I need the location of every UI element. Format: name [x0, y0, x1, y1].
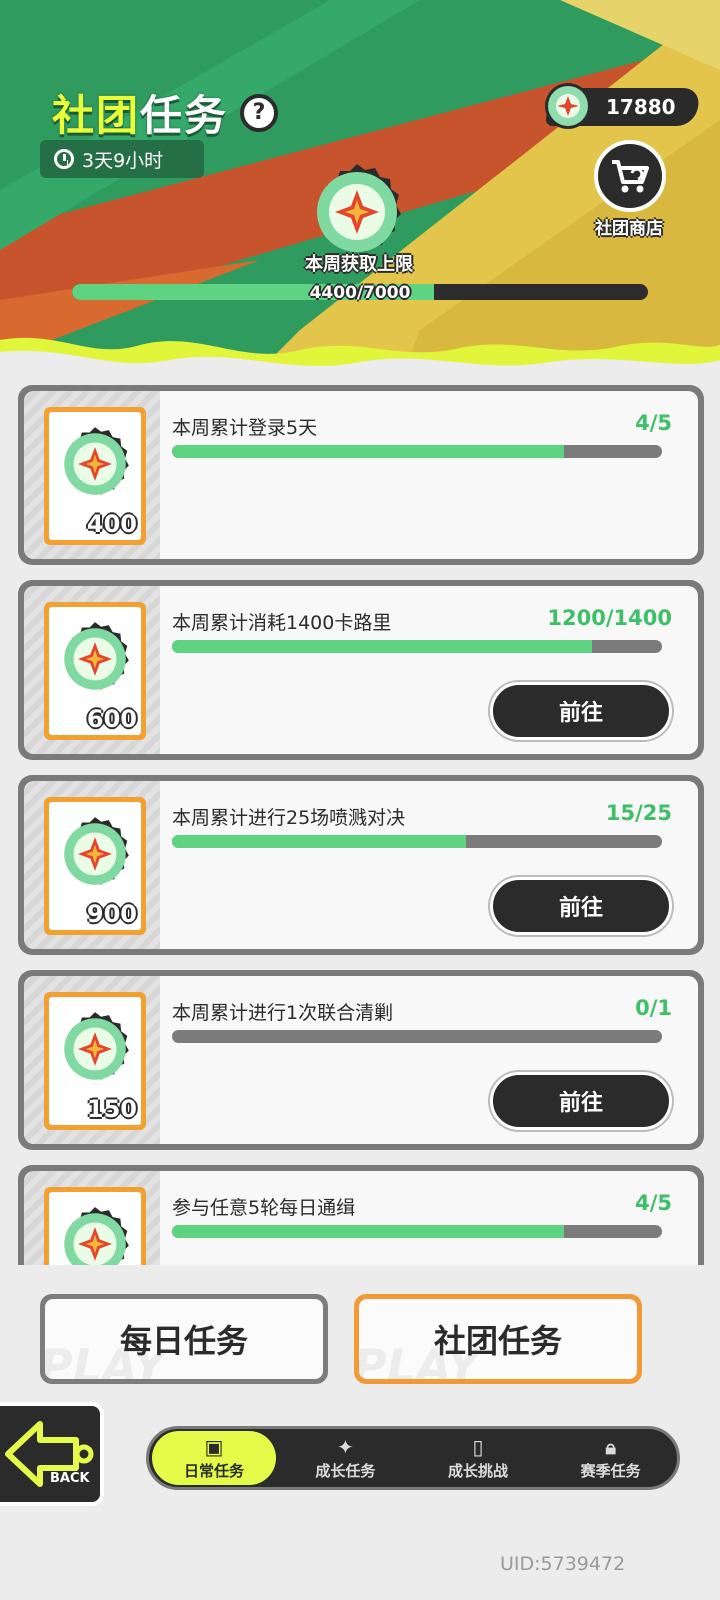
- page-title: 社团 任务 ?: [52, 82, 279, 143]
- go-button[interactable]: 前往: [490, 682, 672, 740]
- countdown-timer: 3天9小时: [40, 140, 204, 178]
- task-name: 本周累计登录5天: [172, 417, 318, 439]
- bottle-cap-icon: [64, 817, 129, 885]
- task-progress: 4/5: [635, 411, 672, 435]
- calendar-check-icon: ▣: [204, 1434, 224, 1459]
- club-shop-button[interactable]: 社团商店: [582, 140, 676, 240]
- title-rest: 任务: [140, 91, 229, 140]
- title-text: 社团 任务: [52, 82, 228, 143]
- bottle-cap-icon: [64, 1012, 129, 1080]
- bottle-cap-icon: [64, 427, 129, 495]
- task-progress-fill: [172, 835, 466, 848]
- back-arrow-icon: BACK: [5, 1421, 94, 1487]
- daily-tasks-label: 每日任务: [119, 1322, 248, 1360]
- task-card: 400 本周累计登录5天 4/5: [18, 385, 704, 565]
- task-card: 参与任意5轮每日通缉 4/5: [18, 1165, 704, 1265]
- nav-growth-tasks[interactable]: ✦ 成长任务: [279, 1429, 412, 1487]
- task-card: 900 本周累计进行25场喷溅对决 15/25 前往: [18, 775, 704, 955]
- nav-season-tasks[interactable]: 🔒︎ 赛季任务: [544, 1429, 677, 1487]
- bottle-cap-icon: [64, 1207, 129, 1265]
- bottle-cap-icon: [64, 622, 129, 690]
- task-card: 600 本周累计消耗1400卡路里 1200/1400 前往: [18, 580, 704, 760]
- task-name: 本周累计进行25场喷溅对决: [172, 807, 406, 829]
- user-id: UID:5739472: [500, 1553, 626, 1575]
- lock-icon: 🔒︎: [605, 1434, 616, 1459]
- id-card-icon: ▯: [472, 1434, 484, 1459]
- weekly-limit-label: 本周获取上限: [305, 254, 413, 275]
- task-progress-bar: [172, 835, 662, 848]
- help-icon[interactable]: ?: [240, 93, 279, 132]
- shopping-cart-icon: [594, 140, 666, 212]
- reward-badge: 400: [44, 407, 146, 545]
- reward-badge: 150: [44, 992, 146, 1130]
- reward-badge: 600: [44, 602, 146, 740]
- reward-amount: 150: [86, 1095, 137, 1123]
- task-name: 本周累计进行1次联合清剿: [172, 1002, 394, 1024]
- nav-growth-challenge[interactable]: ▯ 成长挑战: [412, 1429, 545, 1487]
- shop-label: 社团商店: [595, 219, 663, 239]
- task-progress: 1200/1400: [547, 606, 672, 630]
- task-list[interactable]: 400 本周累计登录5天 4/5 600 本周累计消耗1400卡路里 1200/1400 前…: [0, 385, 720, 1265]
- task-name: 本周累计消耗1400卡路里: [172, 612, 392, 634]
- go-button[interactable]: 前往: [490, 877, 672, 935]
- sparkle-icon: ✦: [336, 1434, 354, 1459]
- task-progress-bar: [172, 640, 662, 653]
- weekly-cap-icon: [317, 164, 401, 252]
- reward-badge: [44, 1187, 146, 1265]
- task-progress: 0/1: [635, 996, 672, 1020]
- go-button[interactable]: 前往: [490, 1072, 672, 1130]
- svg-text:BACK: BACK: [50, 1471, 91, 1486]
- reward-amount: 600: [86, 705, 137, 733]
- club-tasks-tab[interactable]: PLAY 社团任务: [354, 1294, 642, 1384]
- header-banner: 社团 任务 ? 3天9小时 17880 社团商店 本周获取上限 4400/700…: [0, 0, 720, 380]
- bottle-cap-coin-icon: [545, 83, 591, 129]
- task-progress-bar: [172, 1225, 662, 1238]
- daily-tasks-tab[interactable]: PLAY 每日任务: [40, 1294, 328, 1384]
- bottom-nav: ▣ 日常任务 ✦ 成长任务 ▯ 成长挑战 🔒︎ 赛季任务: [146, 1426, 680, 1490]
- task-progress-fill: [172, 1225, 564, 1238]
- task-progress-bar: [172, 445, 662, 458]
- nav-daily[interactable]: ▣ 日常任务: [152, 1431, 276, 1485]
- task-progress-fill: [172, 640, 592, 653]
- reward-amount: 900: [86, 900, 137, 928]
- task-progress: 15/25: [605, 801, 672, 825]
- club-tasks-label: 社团任务: [433, 1322, 562, 1360]
- task-progress-bar: [172, 1030, 662, 1043]
- reward-badge: 900: [44, 797, 146, 935]
- currency-amount: 17880: [606, 95, 676, 119]
- weekly-progress-text: 4400/7000: [309, 283, 411, 303]
- clock-icon: [54, 149, 74, 169]
- task-progress-fill: [172, 445, 564, 458]
- task-progress: 4/5: [635, 1191, 672, 1215]
- reward-amount: 400: [86, 510, 137, 538]
- task-name: 参与任意5轮每日通缉: [172, 1197, 356, 1219]
- task-card: 150 本周累计进行1次联合清剿 0/1 前往: [18, 970, 704, 1150]
- timer-text: 3天9小时: [82, 149, 164, 172]
- back-button[interactable]: BACK: [0, 1402, 104, 1506]
- title-highlight: 社团: [52, 91, 141, 140]
